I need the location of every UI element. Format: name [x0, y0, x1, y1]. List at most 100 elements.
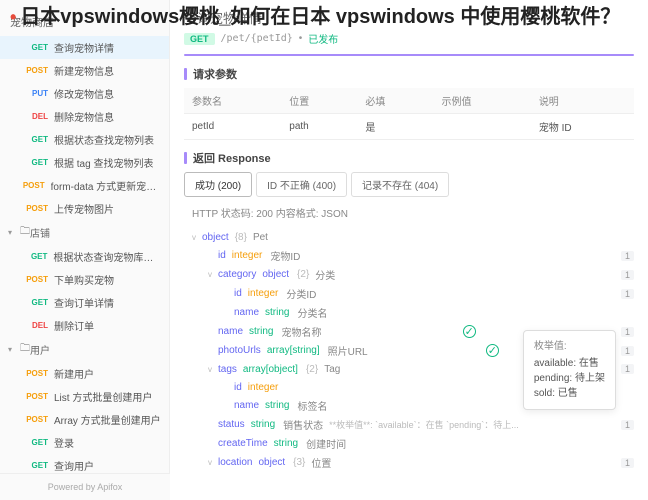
chevron-icon[interactable]: v: [208, 458, 218, 467]
schema-type: array[object]: [243, 364, 298, 375]
method-label: PUT: [20, 89, 48, 98]
schema-desc: 创建时间: [306, 436, 346, 451]
schema-type: object: [262, 269, 289, 280]
schema-key: name: [234, 307, 259, 318]
schema-key: object: [202, 232, 229, 243]
required-badge: 1: [621, 289, 634, 299]
method-label: POST: [20, 369, 48, 378]
publish-status: 已发布: [308, 31, 338, 46]
schema-desc: 宠物ID: [270, 248, 300, 263]
schema-row: vlocationobject{3}位置1: [184, 453, 634, 472]
main-content: 查询宠物详情 GET /pet/{petId} • 已发布 请求参数 参数名位置…: [170, 0, 648, 500]
sidebar-item-label: 上传宠物图片: [54, 201, 114, 216]
sidebar-item[interactable]: POST Array 方式批量创建用户: [0, 408, 169, 431]
sidebar-item-label: 下单购买宠物: [54, 272, 114, 287]
sidebar-item[interactable]: GET 查询订单详情: [0, 291, 169, 314]
sidebar-item[interactable]: POST form-data 方式更新宠物信息: [0, 174, 169, 197]
schema-type: array[string]: [267, 345, 320, 356]
method-label: POST: [20, 415, 48, 424]
sidebar-item[interactable]: PUT 修改宠物信息: [0, 82, 169, 105]
method-label: GET: [20, 158, 48, 167]
sidebar-item-label: 查询订单详情: [54, 295, 114, 310]
schema-row: idinteger分类ID1: [184, 284, 634, 303]
sidebar-item-label: 查询宠物详情: [54, 40, 114, 55]
method-label: GET: [20, 298, 48, 307]
required-badge: 1: [621, 327, 634, 337]
schema-type: string: [251, 419, 275, 430]
sidebar-item-label: 删除宠物信息: [54, 109, 114, 124]
sidebar-item[interactable]: GET根据状态查找宠物列表: [0, 128, 169, 151]
chevron-icon[interactable]: v: [208, 365, 218, 374]
params-table: 参数名位置必填示例值说明 petIdpath是宠物 ID: [184, 88, 634, 140]
sidebar-item[interactable]: GET 根据状态查询宠物库存数: [0, 245, 169, 268]
required-badge: 1: [621, 420, 634, 430]
schema-desc: 销售状态: [283, 417, 323, 432]
sidebar-footer: Powered by Apifox: [0, 473, 170, 500]
sidebar-group[interactable]: ▾ 🗀 店铺: [0, 220, 169, 245]
method-label: GET: [20, 461, 48, 470]
schema-type: object: [258, 457, 285, 468]
sidebar-item[interactable]: POSTList 方式批量创建用户: [0, 385, 169, 408]
schema-desc: 分类: [315, 267, 335, 282]
schema-desc: 宠物名称: [281, 324, 321, 339]
chevron-icon[interactable]: v: [192, 233, 202, 242]
sidebar-item-label: 根据状态查询宠物库存数: [53, 249, 161, 264]
sidebar-item[interactable]: DEL 删除宠物信息: [0, 105, 169, 128]
response-tab[interactable]: ID 不正确 (400): [256, 172, 347, 197]
sidebar-item-label: 删除订单: [54, 318, 94, 333]
method-label: DEL: [20, 112, 48, 121]
response-meta: HTTP 状态码: 200 内容格式: JSON: [192, 205, 634, 220]
required-badge: 1: [621, 458, 634, 468]
sidebar-item-label: Array 方式批量创建用户: [54, 412, 161, 427]
method-label: GET: [20, 252, 47, 261]
response-tab[interactable]: 记录不存在 (404): [351, 172, 449, 197]
schema-key: id: [218, 250, 226, 261]
sidebar-item[interactable]: POST上传宠物图片: [0, 197, 169, 220]
schema-key: createTime: [218, 438, 268, 449]
sidebar-item[interactable]: GET根据 tag 查找宠物列表: [0, 151, 169, 174]
schema-key: location: [218, 457, 252, 468]
schema-type: string: [265, 307, 289, 318]
schema-type: string: [274, 438, 298, 449]
schema-type: string: [265, 400, 289, 411]
method-badge: GET: [184, 33, 215, 45]
schema-row: createTime string 创建时间: [184, 434, 634, 453]
method-label: GET: [20, 43, 48, 52]
chevron-icon[interactable]: v: [208, 270, 218, 279]
schema-desc: 照片URL: [328, 343, 368, 358]
sidebar-item[interactable]: GET登录: [0, 431, 169, 454]
schema-desc: 分类ID: [286, 286, 316, 301]
sidebar-item-label: 查询用户: [54, 458, 94, 473]
check-icon: ✓: [463, 325, 476, 338]
api-path: /pet/{petId}: [221, 33, 293, 44]
sidebar-item[interactable]: DEL 删除订单: [0, 314, 169, 337]
sidebar-item-label: form-data 方式更新宠物信息: [51, 178, 161, 193]
method-label: DEL: [20, 321, 48, 330]
schema-row: vcategoryobject{2}分类1: [184, 265, 634, 284]
check-icon: ✓: [486, 344, 499, 357]
sidebar-item-label: 修改宠物信息: [54, 86, 114, 101]
method-label: POST: [20, 392, 48, 401]
required-badge: 1: [621, 364, 634, 374]
divider: [184, 54, 634, 56]
sidebar-item[interactable]: POST 下单购买宠物: [0, 268, 169, 291]
method-label: POST: [20, 181, 45, 190]
response-tab[interactable]: 成功 (200): [184, 172, 252, 197]
schema-desc: 位置: [311, 455, 331, 470]
method-label: POST: [20, 275, 48, 284]
sidebar-item[interactable]: POST新建用户: [0, 362, 169, 385]
schema-type: integer: [232, 250, 263, 261]
response-tabs: 成功 (200)ID 不正确 (400)记录不存在 (404): [184, 172, 634, 197]
schema-key: id: [234, 382, 242, 393]
schema-key: category: [218, 269, 256, 280]
sidebar-group[interactable]: ▾ 🗀 用户: [0, 337, 169, 362]
sidebar-item[interactable]: POST新建宠物信息: [0, 59, 169, 82]
required-badge: 1: [621, 251, 634, 261]
sidebar: 宠物商店 GET查询宠物详情POST新建宠物信息PUT修改宠物信息DEL删除宠物…: [0, 0, 170, 500]
required-badge: 1: [621, 346, 634, 356]
schema-type: string: [249, 326, 273, 337]
schema-row: statusstring销售状态**枚举值**: `available`：在售 …: [184, 415, 634, 434]
schema-row: namestring分类名: [184, 303, 634, 322]
sidebar-item[interactable]: GET 查询宠物详情: [0, 36, 169, 59]
schema-key: name: [218, 326, 243, 337]
